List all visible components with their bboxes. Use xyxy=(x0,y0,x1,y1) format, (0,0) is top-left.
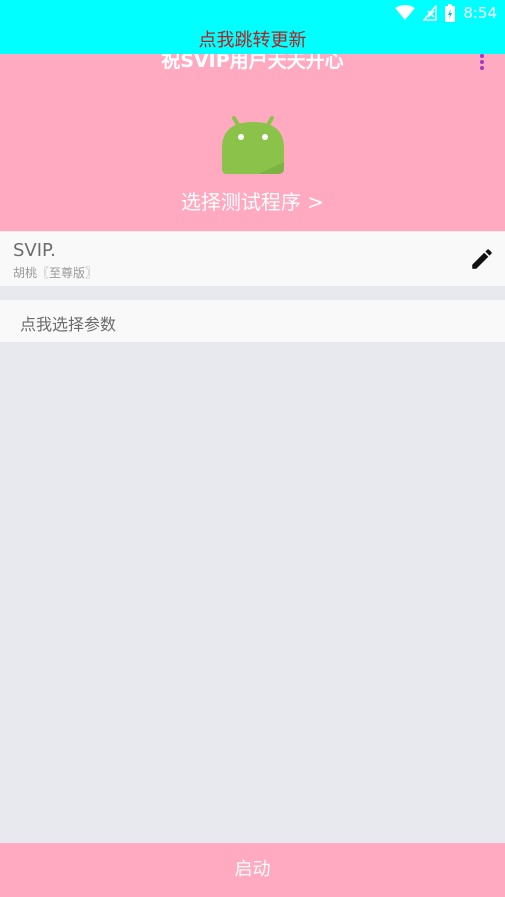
status-icons: 8:54 xyxy=(395,4,497,22)
profile-name: SVIP. xyxy=(13,240,56,261)
start-button[interactable]: 启动 xyxy=(0,843,505,897)
profile-row[interactable]: SVIP. 胡桃〖至尊版〗 xyxy=(0,232,505,286)
wifi-icon xyxy=(395,5,416,20)
more-vert-icon[interactable] xyxy=(477,54,487,70)
header: 祝SVIP用户天天开心 选择测试程序 > xyxy=(0,54,505,231)
param-select-label: 点我选择参数 xyxy=(20,315,117,334)
select-program-link[interactable]: 选择测试程序 > xyxy=(0,186,505,215)
update-banner[interactable]: 点我跳转更新 xyxy=(0,28,505,54)
battery-icon xyxy=(445,4,456,22)
status-bar: 8:54 xyxy=(0,0,505,28)
profile-subtitle: 胡桃〖至尊版〗 xyxy=(13,266,98,280)
param-select-row[interactable]: 点我选择参数 xyxy=(0,300,505,342)
signal-icon xyxy=(423,5,438,21)
status-time: 8:54 xyxy=(463,4,497,22)
android-logo[interactable] xyxy=(218,106,288,176)
header-title: 祝SVIP用户天天开心 xyxy=(161,54,344,72)
pencil-icon[interactable] xyxy=(469,246,495,272)
